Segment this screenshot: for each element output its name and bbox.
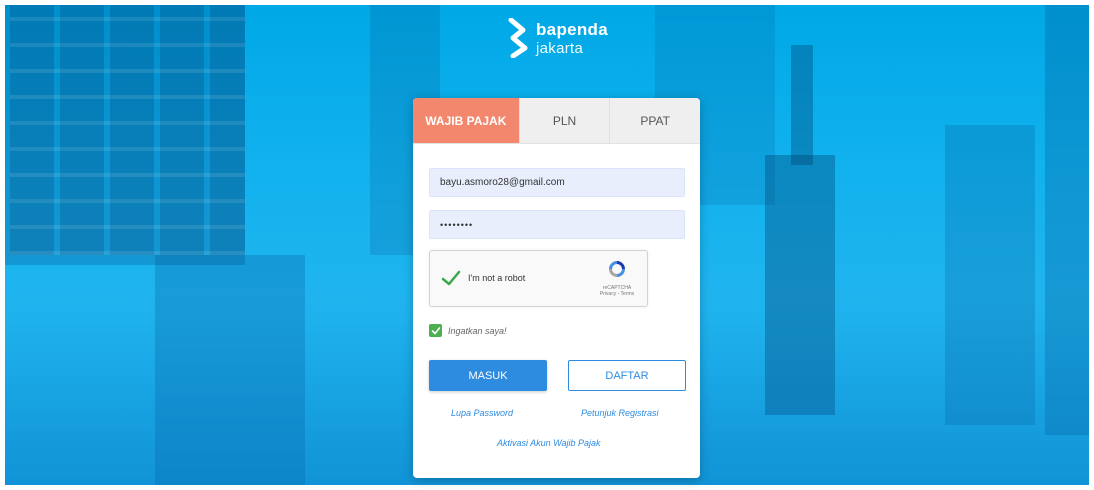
recaptcha-terms[interactable]: Privacy - Terms [597, 291, 637, 297]
recaptcha-logo-icon [609, 261, 625, 277]
activate-account-link[interactable]: Aktivasi Akun Wajib Pajak [497, 438, 601, 448]
recaptcha-logo: reCAPTCHA Privacy - Terms [597, 258, 637, 297]
tab-pln[interactable]: PLN [518, 98, 610, 143]
tab-ppat[interactable]: PPAT [609, 98, 700, 143]
recaptcha-widget[interactable]: I'm not a robot reCAPTCHA Privacy - Term… [429, 250, 648, 307]
checkbox-check-icon [431, 326, 440, 334]
registration-guide-link[interactable]: Petunjuk Registrasi [581, 408, 659, 418]
remember-me[interactable]: Ingatkan saya! [429, 324, 507, 337]
login-tabs: WAJIB PAJAK PLN PPAT [413, 98, 700, 144]
login-button[interactable]: MASUK [429, 360, 547, 391]
password-field[interactable]: •••••••• [429, 210, 685, 239]
email-field[interactable]: bayu.asmoro28@gmail.com [429, 168, 685, 197]
tab-wajib-pajak[interactable]: WAJIB PAJAK [413, 98, 519, 143]
forgot-password-link[interactable]: Lupa Password [451, 408, 513, 418]
bapenda-logo: bapenda jakarta [508, 16, 618, 64]
bapenda-logo-icon [508, 18, 528, 58]
recaptcha-check-icon[interactable] [441, 268, 461, 288]
recaptcha-label: I'm not a robot [468, 273, 526, 283]
register-button[interactable]: DAFTAR [568, 360, 686, 391]
remember-checkbox[interactable] [429, 324, 442, 337]
screen: bapenda jakarta WAJIB PAJAK PLN PPAT bay… [0, 0, 1094, 490]
brand-name: bapenda [536, 20, 609, 39]
building-left-windows [10, 5, 245, 255]
monument-statue [791, 45, 813, 165]
remember-label: Ingatkan saya! [448, 325, 507, 336]
brand-sub: jakarta [536, 40, 584, 57]
login-card: WAJIB PAJAK PLN PPAT bayu.asmoro28@gmail… [413, 98, 700, 478]
